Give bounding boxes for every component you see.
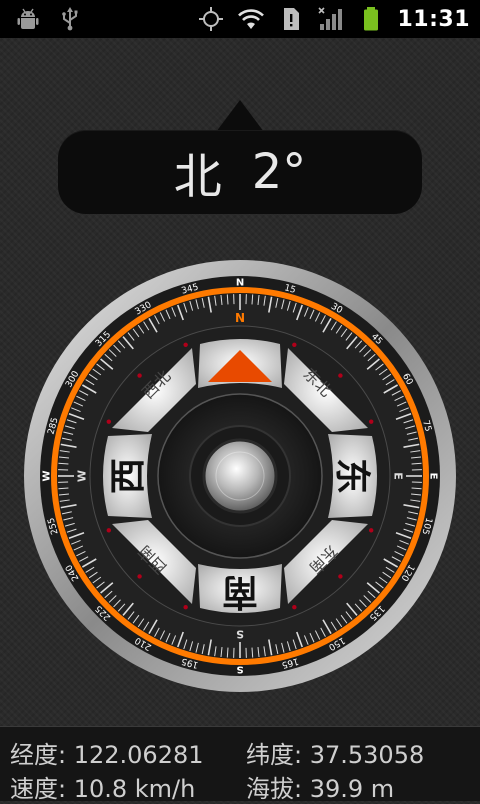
label-east: 东 bbox=[331, 458, 372, 494]
heading-degrees: 2° bbox=[252, 144, 307, 200]
red-dot bbox=[338, 373, 342, 377]
heading-direction: 北 bbox=[174, 137, 222, 207]
usb-icon bbox=[56, 5, 84, 33]
wifi-icon bbox=[237, 5, 265, 33]
red-dot bbox=[369, 419, 373, 423]
speed-text: 速度: 10.8 km/h bbox=[10, 769, 195, 804]
longitude-text: 经度: 122.06281 bbox=[10, 735, 204, 770]
location-info-panel: 经度: 122.06281 纬度: 37.53058 速度: 10.8 km/h… bbox=[0, 726, 480, 801]
red-dot bbox=[292, 605, 296, 609]
bezel-tick bbox=[252, 294, 253, 304]
red-dot bbox=[137, 373, 141, 377]
bezel-letter: S bbox=[236, 664, 243, 675]
bezel-tick bbox=[58, 463, 68, 464]
signal-icon bbox=[317, 5, 345, 33]
battery-icon bbox=[357, 5, 385, 33]
android-debug-icon bbox=[14, 5, 42, 33]
bezel-tick bbox=[252, 648, 253, 658]
bezel-letter: W bbox=[42, 470, 53, 481]
gps-icon bbox=[197, 5, 225, 33]
compass-dial[interactable]: 1530456075105120135150165195210225240255… bbox=[20, 256, 460, 696]
bezel-letter: N bbox=[236, 278, 244, 289]
red-dot bbox=[183, 605, 187, 609]
latitude-text: 纬度: 37.53058 bbox=[246, 735, 424, 770]
bezel-tick bbox=[58, 488, 68, 489]
clock: 11:31 bbox=[397, 7, 470, 32]
south-marker: S bbox=[236, 628, 244, 641]
red-dot bbox=[137, 574, 141, 578]
red-dot bbox=[292, 343, 296, 347]
heading-display: 北 2° bbox=[58, 130, 422, 214]
bezel-tick bbox=[227, 648, 228, 658]
bezel-tick bbox=[412, 488, 422, 489]
bezel-tick bbox=[412, 463, 422, 464]
east-marker: E bbox=[392, 472, 405, 480]
label-west: 西 bbox=[108, 458, 149, 494]
status-bar: 11:31 bbox=[0, 0, 480, 38]
west-marker: W bbox=[76, 470, 89, 482]
label-south: 南 bbox=[222, 571, 258, 612]
red-dot bbox=[338, 574, 342, 578]
bezel-letter: E bbox=[428, 473, 439, 480]
center-knob[interactable] bbox=[204, 440, 276, 512]
sim-alert-icon bbox=[277, 5, 305, 33]
north-marker: N bbox=[235, 311, 245, 325]
altitude-text: 海拔: 39.9 m bbox=[246, 769, 394, 804]
heading-bubble-tip bbox=[216, 100, 264, 132]
red-dot bbox=[107, 528, 111, 532]
red-dot bbox=[369, 528, 373, 532]
bezel-tick bbox=[227, 294, 228, 304]
red-dot bbox=[107, 419, 111, 423]
red-dot bbox=[183, 343, 187, 347]
